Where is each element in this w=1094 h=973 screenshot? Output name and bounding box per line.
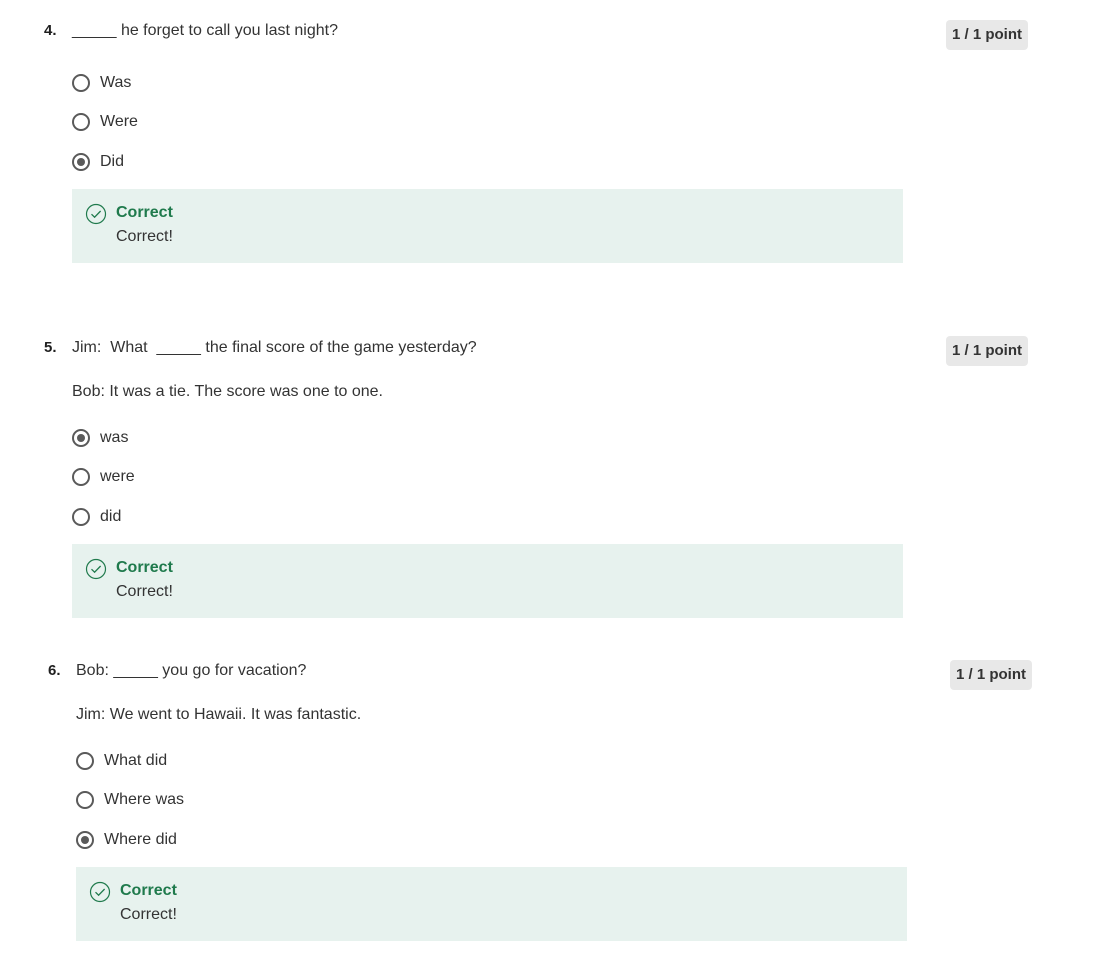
option-label: Where was [104, 791, 185, 808]
option-label: was [100, 429, 129, 446]
radio-button-selected[interactable] [72, 153, 90, 171]
option-was[interactable]: was [72, 425, 128, 451]
radio-button-selected[interactable] [76, 831, 94, 849]
option-were[interactable]: were [72, 464, 135, 490]
feedback-title: Correct [120, 882, 177, 899]
feedback-title: Correct [116, 204, 173, 221]
option-were[interactable]: Were [72, 109, 138, 135]
question-number: 6. [48, 662, 61, 679]
option-label: Where did [104, 831, 177, 848]
question-number: 5. [44, 339, 57, 356]
option-was[interactable]: Was [72, 70, 131, 96]
option-did[interactable]: Did [72, 149, 124, 175]
option-where-was[interactable]: Where was [76, 787, 184, 813]
radio-button[interactable] [72, 113, 90, 131]
option-label: did [100, 508, 122, 525]
feedback-body: Correct! [120, 906, 177, 923]
radio-button[interactable] [72, 468, 90, 486]
check-circle-icon [85, 203, 107, 225]
points-badge: 1 / 1 point [950, 660, 1033, 690]
radio-button[interactable] [76, 752, 94, 770]
option-did[interactable]: did [72, 504, 121, 530]
feedback-box: Correct Correct! [72, 544, 903, 618]
question-text: Jim: What _____ the final score of the g… [72, 339, 477, 356]
question-context: Bob: It was a tie. The score was one to … [72, 383, 383, 400]
feedback-box: Correct Correct! [76, 867, 907, 941]
feedback-body: Correct! [116, 228, 173, 245]
radio-button[interactable] [72, 508, 90, 526]
check-circle-icon [85, 558, 107, 580]
option-what-did[interactable]: What did [76, 748, 167, 774]
points-badge: 1 / 1 point [946, 336, 1029, 366]
question-text: Bob: _____ you go for vacation? [76, 662, 307, 679]
feedback-box: Correct Correct! [72, 189, 903, 263]
option-label: were [100, 468, 135, 485]
question-text: _____ he forget to call you last night? [72, 22, 338, 39]
points-badge: 1 / 1 point [946, 20, 1029, 50]
option-label: Did [100, 153, 125, 170]
question-context: Jim: We went to Hawaii. It was fantastic… [76, 706, 362, 723]
feedback-body: Correct! [116, 583, 173, 600]
option-label: Were [100, 113, 138, 130]
check-circle-icon [89, 881, 111, 903]
feedback-title: Correct [116, 559, 173, 576]
option-where-did[interactable]: Where did [76, 827, 177, 853]
radio-button[interactable] [72, 74, 90, 92]
radio-button[interactable] [76, 791, 94, 809]
radio-button-selected[interactable] [72, 429, 90, 447]
option-label: What did [104, 752, 168, 769]
option-label: Was [100, 74, 132, 91]
question-number: 4. [44, 22, 57, 39]
